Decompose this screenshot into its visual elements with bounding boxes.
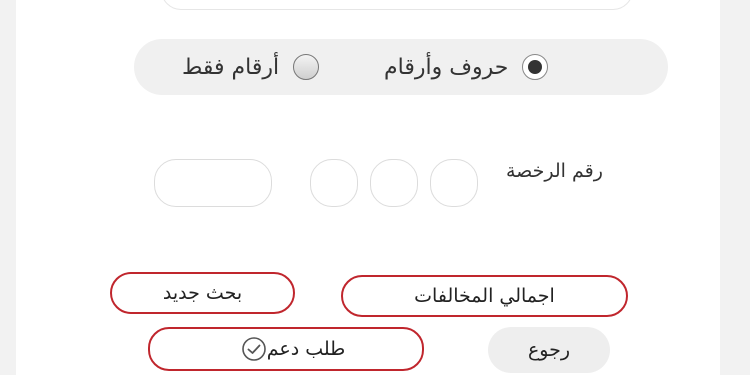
radio-letters-and-numbers[interactable]: حروف وأرقام bbox=[384, 39, 549, 95]
support-request-button[interactable]: طلب دعم bbox=[148, 327, 424, 371]
plate-type-radio-group: حروف وأرقام أرقام فقط bbox=[134, 39, 668, 95]
radio-numbers-only[interactable]: أرقام فقط bbox=[182, 39, 320, 95]
main-panel: حروف وأرقام أرقام فقط رقم الرخصة اجمالي … bbox=[16, 0, 720, 375]
plate-letter-3-input[interactable] bbox=[310, 159, 358, 207]
plate-letter-1-input[interactable] bbox=[430, 159, 478, 207]
back-button[interactable]: رجوع bbox=[488, 327, 610, 373]
radio-numbers-only-label: أرقام فقط bbox=[182, 54, 280, 80]
check-circle-icon bbox=[241, 337, 266, 361]
radio-unselected-icon[interactable] bbox=[293, 54, 320, 80]
radio-selected-icon[interactable] bbox=[522, 54, 549, 80]
plate-digits-input[interactable] bbox=[154, 159, 272, 207]
left-margin bbox=[0, 0, 16, 375]
new-search-button[interactable]: بحث جديد bbox=[110, 272, 295, 314]
top-input-field[interactable] bbox=[161, 0, 633, 10]
support-request-label: طلب دعم bbox=[266, 338, 346, 360]
total-violations-button[interactable]: اجمالي المخالفات bbox=[341, 275, 628, 317]
right-margin bbox=[720, 0, 750, 375]
plate-letter-2-input[interactable] bbox=[370, 159, 418, 207]
plate-number-label: رقم الرخصة bbox=[506, 160, 603, 182]
radio-letters-and-numbers-label: حروف وأرقام bbox=[384, 54, 509, 80]
